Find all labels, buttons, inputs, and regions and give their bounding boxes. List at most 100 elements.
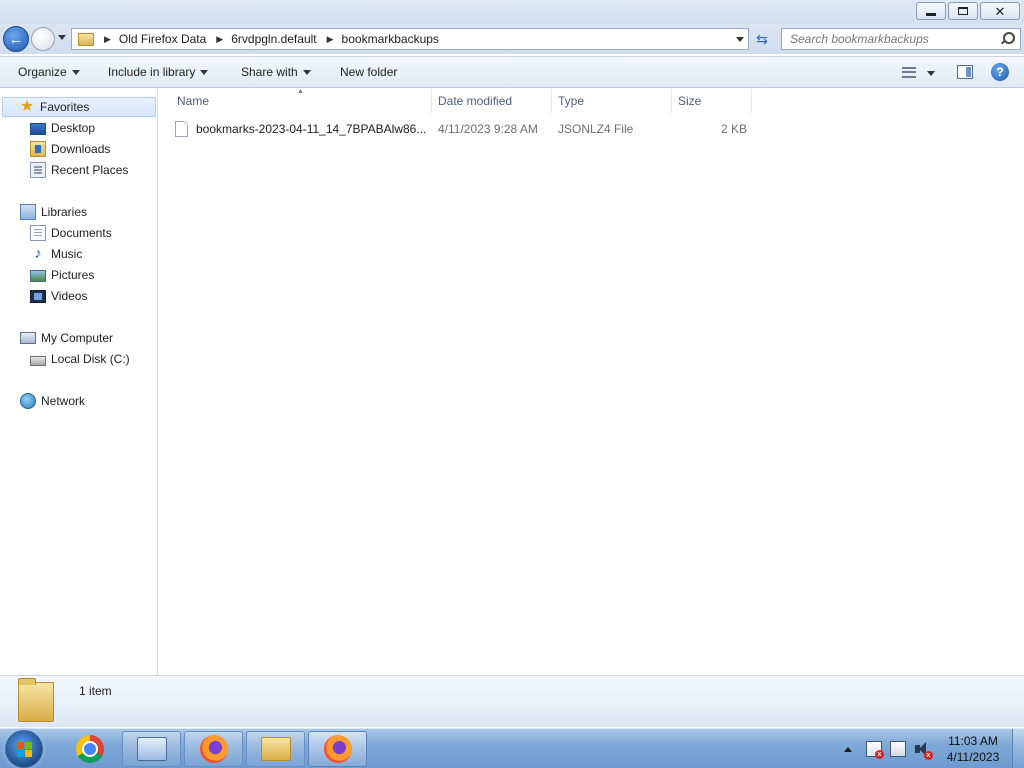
address-bar[interactable]: ▶ Old Firefox Data ▶ 6rvdpgln.default ▶ … — [71, 28, 749, 50]
back-button[interactable]: ← — [3, 26, 29, 52]
sidebar-item-local-disk[interactable]: Local Disk (C:) — [30, 349, 130, 369]
sidebar-item-recent-places[interactable]: Recent Places — [30, 160, 128, 180]
sidebar-item-label: Videos — [51, 289, 88, 303]
sidebar-item-network[interactable]: Network — [20, 391, 85, 411]
restore-button[interactable] — [948, 2, 978, 20]
folder-icon — [18, 678, 54, 722]
pictures-icon — [30, 269, 46, 282]
taskbar-windows-explorer[interactable] — [246, 731, 305, 767]
chevron-right-icon[interactable]: ▶ — [104, 34, 111, 45]
item-count: 1 item — [79, 684, 112, 698]
chevron-down-icon — [71, 69, 80, 75]
clock-time: 11:03 AM — [948, 734, 998, 748]
sidebar-item-music[interactable]: ♪ Music — [30, 244, 82, 264]
chrome-icon — [75, 735, 104, 763]
chevron-down-icon — [200, 69, 209, 75]
file-type: JSONLZ4 File — [558, 122, 634, 136]
sort-ascending-icon: ▲ — [297, 88, 304, 95]
refresh-button[interactable]: ⇆ — [752, 30, 772, 48]
column-header-size[interactable]: Size — [672, 89, 752, 113]
desktop-icon — [30, 122, 46, 135]
back-arrow-icon: ← — [8, 30, 24, 48]
sidebar-item-documents[interactable]: Documents — [30, 223, 112, 243]
sidebar-item-label: Network — [41, 394, 86, 408]
column-header-label: Name — [177, 94, 210, 108]
sidebar-item-label: Favorites — [40, 100, 90, 114]
chevron-right-icon[interactable]: ▶ — [216, 34, 223, 45]
taskbar-firefox-active[interactable] — [308, 731, 367, 767]
share-with-menu[interactable]: Share with — [241, 65, 311, 79]
file-size: 2 KB — [721, 122, 748, 136]
clock[interactable]: 11:03 AM 4/11/2023 — [938, 733, 1008, 765]
address-row: ← ▶ Old Firefox Data ▶ 6rvdpgln.default … — [0, 24, 1024, 54]
search-input[interactable]: Search bookmarkbackups — [781, 28, 1021, 50]
view-options-dropdown[interactable] — [927, 71, 935, 76]
taskbar-control-panel[interactable] — [122, 731, 181, 767]
taskbar-chrome[interactable] — [60, 731, 119, 767]
include-in-library-menu[interactable]: Include in library — [108, 65, 209, 79]
column-header-date-modified[interactable]: Date modified — [432, 89, 552, 113]
column-header-label: Date modified — [438, 94, 513, 108]
column-header-label: Size — [678, 94, 702, 108]
sidebar-item-my-computer[interactable]: My Computer — [20, 328, 113, 348]
navigation-pane: ★ Favorites Desktop Downloads Recent Pla… — [0, 89, 158, 675]
address-history-dropdown[interactable] — [736, 37, 744, 42]
sidebar-item-label: Documents — [51, 226, 112, 240]
network-icon — [20, 393, 36, 409]
network-status-icon[interactable] — [890, 741, 906, 757]
minimize-button[interactable] — [916, 2, 946, 20]
show-desktop-button[interactable] — [1012, 729, 1024, 768]
sidebar-item-downloads[interactable]: Downloads — [30, 139, 110, 159]
breadcrumb-bookmarkbackups[interactable]: bookmarkbackups — [342, 32, 439, 46]
preview-pane-icon[interactable] — [957, 65, 973, 79]
sidebar-item-videos[interactable]: Videos — [30, 286, 87, 306]
column-header-name[interactable]: Name ▲ — [159, 88, 432, 113]
close-icon: ✕ — [994, 3, 1006, 19]
window-controls: ✕ — [916, 2, 1020, 20]
new-folder-label: New folder — [340, 65, 398, 79]
new-folder-button[interactable]: New folder — [340, 65, 397, 79]
start-button[interactable] — [5, 730, 43, 768]
help-icon[interactable]: ? — [991, 63, 1009, 81]
sidebar-item-label: Music — [51, 247, 83, 261]
sidebar-item-label: Recent Places — [51, 163, 129, 177]
sidebar-item-desktop[interactable]: Desktop — [30, 118, 95, 138]
breadcrumb-profile[interactable]: 6rvdpgln.default — [231, 32, 316, 46]
chevron-right-icon[interactable]: ▶ — [327, 34, 334, 45]
column-header-type[interactable]: Type — [552, 89, 672, 113]
taskbar-firefox[interactable] — [184, 731, 243, 767]
file-list[interactable]: Name ▲ Date modified Type Size bookmarks… — [159, 88, 1024, 675]
computer-icon — [20, 332, 36, 344]
sidebar-item-label: Desktop — [51, 121, 96, 135]
command-bar: Organize Include in library Share with N… — [0, 56, 1024, 88]
search-icon[interactable] — [1000, 32, 1015, 46]
volume-icon[interactable]: x — [914, 741, 933, 760]
forward-button[interactable] — [31, 27, 55, 51]
sidebar-item-libraries[interactable]: Libraries — [20, 202, 87, 222]
recent-places-icon — [30, 162, 46, 178]
organize-menu[interactable]: Organize — [18, 65, 80, 79]
system-tray: x x — [844, 729, 933, 768]
restore-icon — [958, 7, 968, 15]
file-icon — [175, 121, 188, 137]
recent-pages-dropdown[interactable] — [58, 35, 66, 40]
libraries-icon — [20, 204, 36, 220]
sidebar-item-favorites[interactable]: ★ Favorites — [2, 97, 156, 117]
table-row[interactable]: bookmarks-2023-04-11_14_7BPABAlw86... — [175, 118, 426, 140]
sidebar-item-label: My Computer — [41, 331, 114, 345]
taskbar: x x 11:03 AM 4/11/2023 — [0, 728, 1024, 768]
change-view-icon[interactable] — [902, 67, 916, 78]
documents-icon — [30, 225, 46, 241]
close-button[interactable]: ✕ — [980, 2, 1020, 20]
search-placeholder: Search bookmarkbackups — [790, 32, 929, 46]
breadcrumb-old-firefox-data[interactable]: Old Firefox Data — [119, 32, 206, 46]
windows-logo-icon — [17, 742, 33, 758]
refresh-icon: ⇆ — [756, 30, 768, 47]
show-hidden-icons-icon[interactable] — [844, 746, 852, 752]
clock-date: 4/11/2023 — [946, 750, 1000, 764]
hard-disk-icon — [30, 356, 46, 366]
folder-icon — [78, 32, 94, 46]
action-center-icon[interactable]: x — [866, 741, 884, 759]
minimize-icon — [926, 12, 936, 16]
sidebar-item-pictures[interactable]: Pictures — [30, 265, 94, 285]
